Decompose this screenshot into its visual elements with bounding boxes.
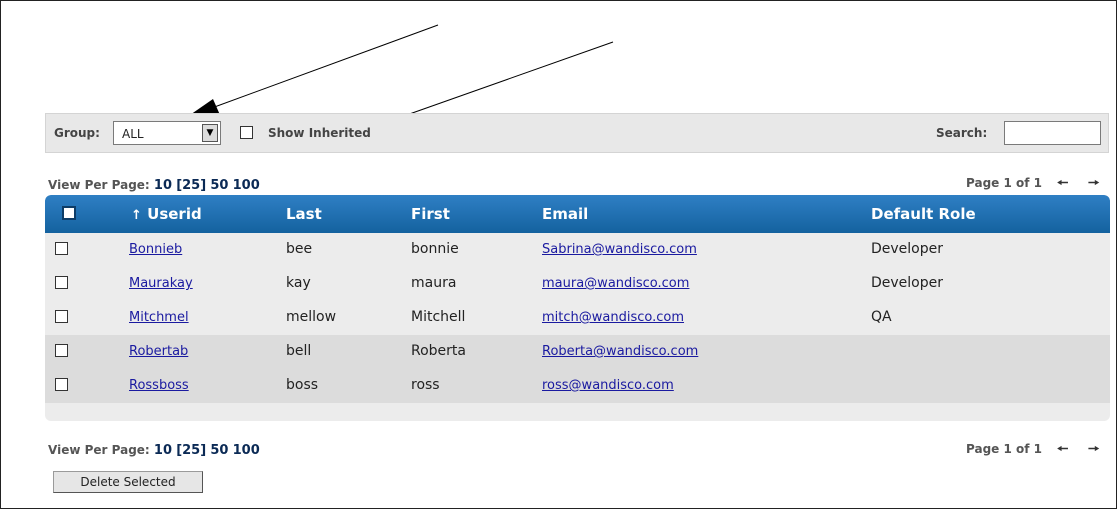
table-row: Maurakay kay maura maura@wandisco.com De…: [45, 267, 1110, 301]
delete-selected-button[interactable]: Delete Selected: [53, 471, 203, 493]
view-per-page-label: View Per Page:: [48, 443, 150, 457]
column-header-email[interactable]: Email: [542, 205, 588, 223]
last-name-cell: kay: [286, 275, 311, 291]
show-inherited-label: Show Inherited: [268, 126, 371, 140]
first-name-cell: ross: [411, 377, 440, 393]
email-link[interactable]: ross@wandisco.com: [542, 378, 674, 393]
last-name-cell: boss: [286, 377, 319, 393]
row-checkbox[interactable]: [55, 276, 68, 289]
last-name-cell: mellow: [286, 309, 337, 325]
chevron-down-icon[interactable]: ▼: [202, 124, 218, 142]
default-role-cell: Developer: [871, 275, 944, 291]
email-link[interactable]: maura@wandisco.com: [542, 276, 689, 291]
email-link[interactable]: Sabrina@wandisco.com: [542, 242, 697, 257]
row-checkbox[interactable]: [55, 344, 68, 357]
column-header-default-role[interactable]: Default Role: [871, 205, 976, 223]
filter-toolbar: Group: ALL ▼ Show Inherited Search:: [45, 113, 1109, 153]
column-header-userid[interactable]: ↑ Userid: [131, 205, 202, 223]
per-page-option-25[interactable]: [25]: [176, 178, 206, 193]
search-input[interactable]: [1004, 121, 1101, 145]
per-page-option-10[interactable]: 10: [154, 443, 172, 458]
arrow-right-icon[interactable]: 🠖: [1088, 440, 1099, 462]
annotation-arrow-line-2: [383, 41, 614, 124]
row-checkbox[interactable]: [55, 378, 68, 391]
per-page-option-100[interactable]: 100: [233, 443, 260, 458]
per-page-option-50[interactable]: 50: [210, 443, 228, 458]
userid-link[interactable]: Robertab: [129, 344, 188, 359]
table-header: ↑ Userid Last First Email Default Role: [45, 195, 1110, 233]
table-row: Rossboss boss ross ross@wandisco.com: [45, 369, 1110, 403]
table-row: Robertab bell Roberta Roberta@wandisco.c…: [45, 335, 1110, 369]
userid-link[interactable]: Bonnieb: [129, 242, 182, 257]
page-indicator-top: Page 1 of 1: [966, 176, 1042, 190]
group-select[interactable]: ALL ▼: [113, 121, 221, 145]
column-header-last[interactable]: Last: [286, 205, 322, 223]
show-inherited-checkbox[interactable]: [240, 126, 253, 139]
email-link[interactable]: Roberta@wandisco.com: [542, 344, 698, 359]
sort-ascending-icon: ↑: [131, 208, 142, 223]
default-role-cell: Developer: [871, 241, 944, 257]
table-row: Mitchmel mellow Mitchell mitch@wandisco.…: [45, 301, 1110, 335]
users-table: ↑ Userid Last First Email Default Role B…: [45, 195, 1110, 421]
annotation-arrow-line-1: [208, 24, 439, 110]
select-all-checkbox[interactable]: [62, 206, 76, 220]
first-name-cell: maura: [411, 275, 457, 291]
page-indicator-bottom: Page 1 of 1: [966, 442, 1042, 456]
per-page-option-25[interactable]: [25]: [176, 443, 206, 458]
table-row: Bonnieb bee bonnie Sabrina@wandisco.com …: [45, 233, 1110, 267]
arrow-left-icon[interactable]: 🠔: [1057, 440, 1068, 462]
first-name-cell: Mitchell: [411, 309, 466, 325]
first-name-cell: bonnie: [411, 241, 459, 257]
userid-link[interactable]: Rossboss: [129, 378, 189, 393]
screenshot-frame: Group: ALL ▼ Show Inherited Search: View…: [0, 0, 1117, 509]
arrow-right-icon[interactable]: 🠖: [1088, 174, 1099, 196]
default-role-cell: QA: [871, 309, 892, 325]
group-select-value: ALL: [122, 127, 144, 141]
arrow-left-icon[interactable]: 🠔: [1057, 174, 1068, 196]
row-checkbox[interactable]: [55, 242, 68, 255]
per-page-option-50[interactable]: 50: [210, 178, 228, 193]
email-link[interactable]: mitch@wandisco.com: [542, 310, 684, 325]
userid-link[interactable]: Mitchmel: [129, 310, 189, 325]
per-page-option-10[interactable]: 10: [154, 178, 172, 193]
userid-link[interactable]: Maurakay: [129, 276, 193, 291]
per-page-option-100[interactable]: 100: [233, 178, 260, 193]
first-name-cell: Roberta: [411, 343, 466, 359]
last-name-cell: bee: [286, 241, 313, 257]
last-name-cell: bell: [286, 343, 312, 359]
group-label: Group:: [54, 126, 100, 140]
view-per-page-top: View Per Page: 10 [25] 50 100: [48, 178, 260, 193]
view-per-page-label: View Per Page:: [48, 178, 150, 192]
column-header-first[interactable]: First: [411, 205, 450, 223]
row-checkbox[interactable]: [55, 310, 68, 323]
view-per-page-bottom: View Per Page: 10 [25] 50 100: [48, 443, 260, 458]
search-label: Search:: [936, 126, 988, 140]
